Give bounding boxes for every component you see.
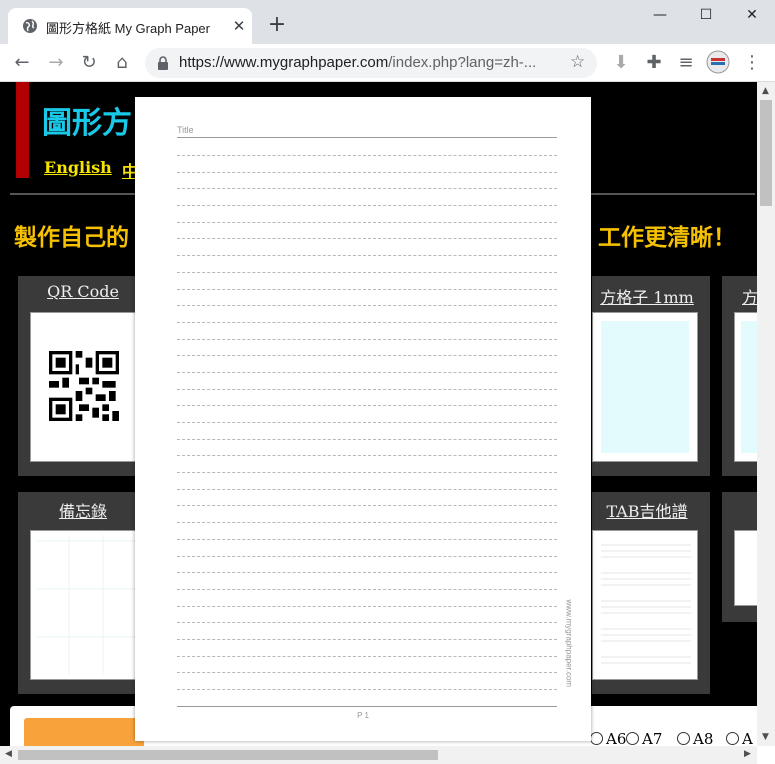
- preview-ruled-line: [177, 405, 557, 407]
- preview-ruled-line: [177, 371, 557, 373]
- scroll-up-icon[interactable]: ▲: [762, 86, 769, 96]
- menu-dots-icon[interactable]: ⋮: [740, 51, 764, 75]
- slogan-right: 工作更清晰！: [598, 225, 736, 251]
- card-label[interactable]: 方格子 1mm: [588, 284, 706, 308]
- preview-ruled-line: [177, 205, 557, 207]
- browser-tab[interactable]: 圖形方格紙 My Graph Paper ✕: [8, 8, 252, 44]
- slogan-left: 製作自己的: [14, 225, 129, 251]
- home-icon[interactable]: ⌂: [110, 51, 134, 75]
- card-tab-guitar[interactable]: TAB吉他譜: [592, 492, 710, 694]
- grid-preview: [601, 321, 689, 453]
- card-grid-1mm[interactable]: 方格子 1mm: [592, 276, 710, 476]
- reload-icon[interactable]: ↻: [77, 51, 101, 75]
- preview-page-number: P 1: [357, 711, 369, 720]
- memo-preview: [37, 535, 137, 675]
- preview-ruled-line: [177, 271, 557, 273]
- preview-ruled-line: [177, 455, 557, 457]
- preview-ruled-line: [177, 221, 557, 223]
- preview-ruled-line: [177, 572, 557, 574]
- preview-watermark: www.mygraphpaper.com: [564, 599, 574, 688]
- card-thumbnail[interactable]: [30, 530, 138, 680]
- preview-ruled-line: [177, 422, 557, 423]
- extensions-puzzle-icon[interactable]: ✚: [642, 51, 666, 75]
- address-bar[interactable]: https://www.mygraphpaper.com/index.php?l…: [145, 48, 597, 78]
- preview-ruled-line: [177, 155, 557, 156]
- card-partial-2[interactable]: [722, 492, 762, 622]
- lock-icon: [158, 56, 168, 70]
- preview-ruled-line: [177, 488, 557, 490]
- qr-code-icon: [49, 351, 119, 421]
- preview-ruled-line: [177, 605, 557, 607]
- preview-ruled-line: [177, 321, 557, 323]
- header-accent-bar: [16, 82, 29, 178]
- preview-ruled-line: [177, 238, 557, 240]
- download-icon[interactable]: ⬇: [609, 51, 633, 75]
- preview-ruled-line: [177, 505, 557, 507]
- preview-ruled-line: [177, 689, 557, 690]
- card-label[interactable]: 方: [722, 284, 762, 308]
- preview-ruled-line: [177, 438, 557, 440]
- card-memo[interactable]: 備忘錄: [18, 492, 148, 694]
- preview-ruled-line: [177, 388, 557, 390]
- lang-link-english[interactable]: English: [44, 158, 112, 177]
- preview-bottom-line: [177, 706, 557, 707]
- profile-avatar-icon[interactable]: [706, 50, 730, 74]
- bookmark-star-icon[interactable]: ☆: [570, 52, 585, 72]
- preview-title-line: [177, 137, 557, 138]
- preview-ruled-line: [177, 538, 557, 540]
- preview-ruled-line: [177, 672, 557, 674]
- radio-circle[interactable]: [726, 732, 739, 745]
- horizontal-scroll-thumb[interactable]: [18, 750, 438, 760]
- preview-ruled-line: [177, 338, 557, 340]
- browser-toolbar: ← → ↻ ⌂ https://www.mygraphpaper.com/ind…: [0, 44, 775, 82]
- preview-ruled-line: [177, 255, 557, 257]
- tab-preview: [601, 544, 691, 664]
- preview-ruled-line: [177, 305, 557, 307]
- card-qr-code[interactable]: QR Code: [18, 276, 148, 476]
- paper-preview[interactable]: Title P 1 www.mygraphpaper.com: [135, 97, 591, 741]
- card-label[interactable]: 備忘錄: [18, 498, 148, 522]
- preview-ruled-line: [177, 188, 557, 190]
- scroll-down-icon[interactable]: ▼: [762, 732, 769, 742]
- radio-circle[interactable]: [590, 732, 603, 745]
- preview-ruled-line: [177, 171, 557, 173]
- preview-ruled-line: [177, 588, 557, 590]
- back-arrow-icon[interactable]: ←: [10, 51, 34, 75]
- site-title: 圖形方: [42, 106, 132, 141]
- vertical-scroll-thumb[interactable]: [760, 100, 772, 206]
- preview-ruled-line: [177, 555, 557, 557]
- vertical-scrollbar[interactable]: ▲ ▼: [757, 82, 775, 746]
- radio-circle[interactable]: [677, 732, 690, 745]
- tab-title: 圖形方格紙 My Graph Paper: [46, 21, 210, 36]
- card-thumbnail[interactable]: [30, 312, 138, 462]
- card-label[interactable]: TAB吉他譜: [588, 498, 706, 522]
- new-tab-button[interactable]: +: [263, 12, 291, 40]
- card-thumbnail[interactable]: [592, 530, 698, 680]
- globe-icon: [23, 19, 37, 33]
- close-tab-icon[interactable]: ✕: [230, 17, 248, 35]
- radio-circle[interactable]: [626, 732, 639, 745]
- window-close-button[interactable]: ✕: [729, 0, 775, 32]
- preview-ruled-line: [177, 655, 557, 657]
- minimize-button[interactable]: —: [637, 0, 683, 32]
- media-queue-icon[interactable]: ≡: [674, 51, 698, 75]
- scroll-left-icon[interactable]: ◀: [5, 749, 12, 759]
- browser-titlebar: 圖形方格紙 My Graph Paper ✕ + — ☐ ✕: [0, 0, 775, 44]
- card-label[interactable]: QR Code: [18, 282, 148, 301]
- preview-ruled-line: [177, 622, 557, 624]
- preview-ruled-line: [177, 472, 557, 474]
- preview-ruled-line: [177, 638, 557, 640]
- preview-ruled-line: [177, 522, 557, 524]
- card-thumbnail[interactable]: [592, 312, 698, 462]
- preview-ruled-line: [177, 288, 557, 290]
- maximize-button[interactable]: ☐: [683, 0, 729, 32]
- horizontal-scrollbar[interactable]: ◀ ▶: [0, 746, 757, 764]
- scroll-right-icon[interactable]: ▶: [744, 749, 751, 759]
- preview-title-label: Title: [177, 125, 194, 135]
- url-text: https://www.mygraphpaper.com/index.php?l…: [179, 54, 537, 71]
- preview-ruled-line: [177, 355, 557, 357]
- card-grid-partial[interactable]: 方: [722, 276, 763, 476]
- forward-arrow-icon[interactable]: →: [44, 51, 68, 75]
